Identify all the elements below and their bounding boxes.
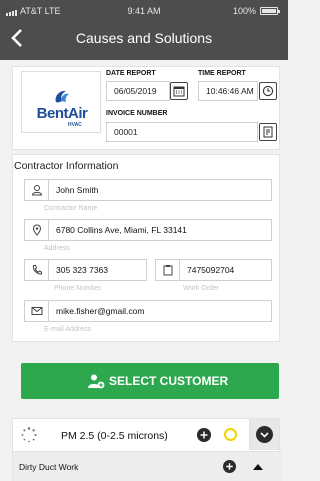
caret-up-icon[interactable] [253,463,263,470]
phone-icon [32,265,42,275]
work-order-icon-cell [156,260,180,280]
clipboard-icon [163,265,173,276]
select-customer-button[interactable]: SELECT CUSTOMER [21,363,279,399]
email-value: mike.fisher@gmail.com [56,306,145,316]
address-input[interactable]: 6780 Collins Ave, Miami, FL 33141 [24,219,272,241]
add-person-icon [88,374,105,389]
name-icon-cell [25,180,49,200]
document-icon [263,126,273,138]
pm-collapse-toggle[interactable] [249,419,279,450]
clock-button[interactable] [259,82,277,100]
time-label: TIME REPORT [198,70,246,77]
page-title: Causes and Solutions [75,30,213,46]
chevron-down-circle-icon [256,426,273,443]
work-order-input[interactable]: 7475092704 [155,259,272,281]
email-hint: E-mail Address [44,326,92,333]
date-field[interactable]: 06/05/2019 [106,81,170,101]
report-card: BentAir HVAC DATE REPORT 06/05/2019 TIME… [12,66,280,150]
date-label: DATE REPORT [106,70,156,77]
dirty-duct-label: Dirty Duct Work [19,462,79,472]
phone-input[interactable]: 305 323 7363 [24,259,147,281]
work-order-value: 7475092704 [187,265,235,275]
email-icon-cell [25,301,49,321]
time-field[interactable]: 10:46:46 AM [198,81,258,101]
address-icon-cell [25,220,49,240]
invoice-field[interactable]: 00001 [106,122,258,142]
logo-swirl-icon [55,90,69,103]
invoice-label: INVOICE NUMBER [106,110,168,117]
status-ring-indicator [224,428,237,441]
address-value: 6780 Collins Ave, Miami, FL 33141 [56,225,187,235]
add-circle-icon[interactable] [197,428,211,442]
logo-subtext: HVAC [68,122,82,128]
measurement-card: PM 2.5 (0-2.5 microns) Dirty Duct Work [12,418,281,481]
pm-row: PM 2.5 (0-2.5 microns) [13,419,281,451]
company-logo: BentAir HVAC [21,71,101,133]
work-order-hint: Work Order [183,285,220,292]
dirty-duct-row[interactable]: Dirty Duct Work [13,451,281,481]
battery-icon [260,7,280,15]
select-customer-label: SELECT CUSTOMER [109,374,229,388]
logo-wordmark: BentAir [36,105,88,122]
invoice-doc-button[interactable] [259,123,277,141]
contractor-name-hint: Contractor Name [44,205,98,212]
app-header: AT&T LTE 9:41 AM 100% Causes and Solutio… [0,0,288,60]
email-input[interactable]: mike.fisher@gmail.com [24,300,272,322]
pm-label: PM 2.5 (0-2.5 microns) [61,430,168,442]
battery-percent: 100% [232,6,256,16]
location-pin-icon [32,224,42,236]
phone-icon-cell [25,260,49,280]
user-icon [31,185,43,196]
envelope-icon [31,307,43,315]
contractor-name-input[interactable]: John Smith [24,179,272,201]
clock-icon [262,85,274,97]
contractor-name-value: John Smith [56,185,99,195]
loading-spinner-icon [21,427,37,443]
calendar-icon [173,86,185,97]
status-bar: AT&T LTE 9:41 AM 100% [0,0,288,22]
phone-value: 305 323 7363 [56,265,108,275]
address-hint: Address [44,245,70,252]
contractor-section-title: Contractor Information [14,160,119,172]
calendar-button[interactable] [170,82,188,100]
add-circle-icon[interactable] [223,460,236,473]
phone-hint: Phone Number [54,285,102,292]
